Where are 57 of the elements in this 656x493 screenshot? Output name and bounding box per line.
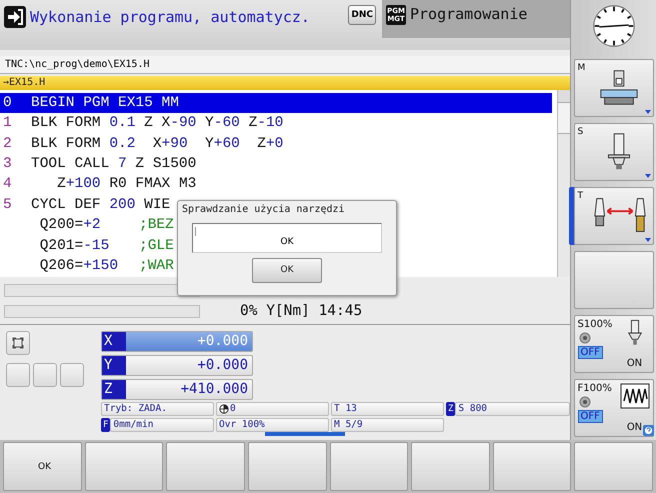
status-field: S 800 [455,402,570,416]
dialog-title: Sprawdzanie użycia narzędzi [182,204,346,215]
blank-softkey[interactable] [492,442,572,491]
on-option[interactable]: ON [624,358,644,369]
axis-badge: Z [446,402,456,416]
arrow-into-door-icon [4,6,26,28]
blank-softkey[interactable] [84,442,164,491]
status-field: Tryb: ZADA. [101,402,214,416]
file-tab[interactable]: →EX15.H [0,76,570,90]
blank-button[interactable] [6,363,30,388]
mode-title: Wykonanie programu, automatycz. [30,8,310,26]
off-option[interactable]: OFF [578,410,603,423]
side-button[interactable]: S100% OFF ON [574,315,654,373]
zigzag-icon [620,383,650,409]
ok-softkey[interactable]: OK [3,442,82,491]
blank-button[interactable] [60,363,84,388]
blank-softkey[interactable] [166,442,245,491]
program-line[interactable]: 3 TOOL CALL 7 Z S1500 [0,154,196,174]
status-field: 0mm/min [110,418,214,432]
blank-softkey[interactable] [248,442,326,491]
axis-position[interactable]: Z +410.000 [101,379,253,400]
spindle-icon [626,319,644,347]
program-line[interactable]: 2 BLK FORM 0.2 X+90 Y+60 Z+0 [0,134,284,154]
axis-badge: F [101,418,110,432]
program-line[interactable]: 1 BLK FORM 0.1 Z X-90 Y-60 Z-10 [0,113,284,134]
blank-button[interactable] [33,363,57,388]
dial-icon [578,331,592,345]
program-line[interactable]: Q200=+2 ;BEZ [0,215,175,236]
blank-softkey[interactable] [574,442,653,491]
ok-button[interactable]: OK [252,258,322,283]
blank-softkey[interactable] [411,442,490,491]
status-field: M 5/9 [331,418,444,432]
side-button[interactable]: S [574,123,654,181]
file-path: TNC:\nc_prog\demo\EX15.H [0,56,570,74]
view-button[interactable] [6,331,30,356]
axis-position[interactable]: X +0.000 [101,331,253,352]
scrollbar[interactable] [557,90,570,278]
status-field: Ovr 100% [216,418,329,432]
help-icon[interactable] [643,425,654,436]
program-line[interactable]: 5 CYCL DEF 200 WIE [0,194,170,216]
side-button[interactable]: M [574,59,654,117]
program-line[interactable]: 4 Z+100 R0 FMAX M3 [0,174,196,195]
clock-icon [590,3,636,49]
axis-position[interactable]: Y +0.000 [101,355,253,376]
blank-side-button[interactable] [574,251,654,309]
status-readout: 0% Y[Nm] 14:45 [239,303,362,320]
dnc-button[interactable]: DNC [348,5,376,25]
dial-icon [578,395,592,409]
frame-icon [12,337,24,350]
status-field: T 13 [331,402,444,416]
blank-softkey[interactable] [330,442,408,491]
message-field: OK [192,222,382,253]
side-button[interactable]: F100% OFF ON [574,379,654,437]
on-option[interactable]: ON [624,422,644,433]
off-option[interactable]: OFF [578,346,603,359]
program-line[interactable]: Q206=+150 ;WAR [0,256,175,276]
program-line[interactable]: Q201=-15 ;GLE [0,236,175,256]
